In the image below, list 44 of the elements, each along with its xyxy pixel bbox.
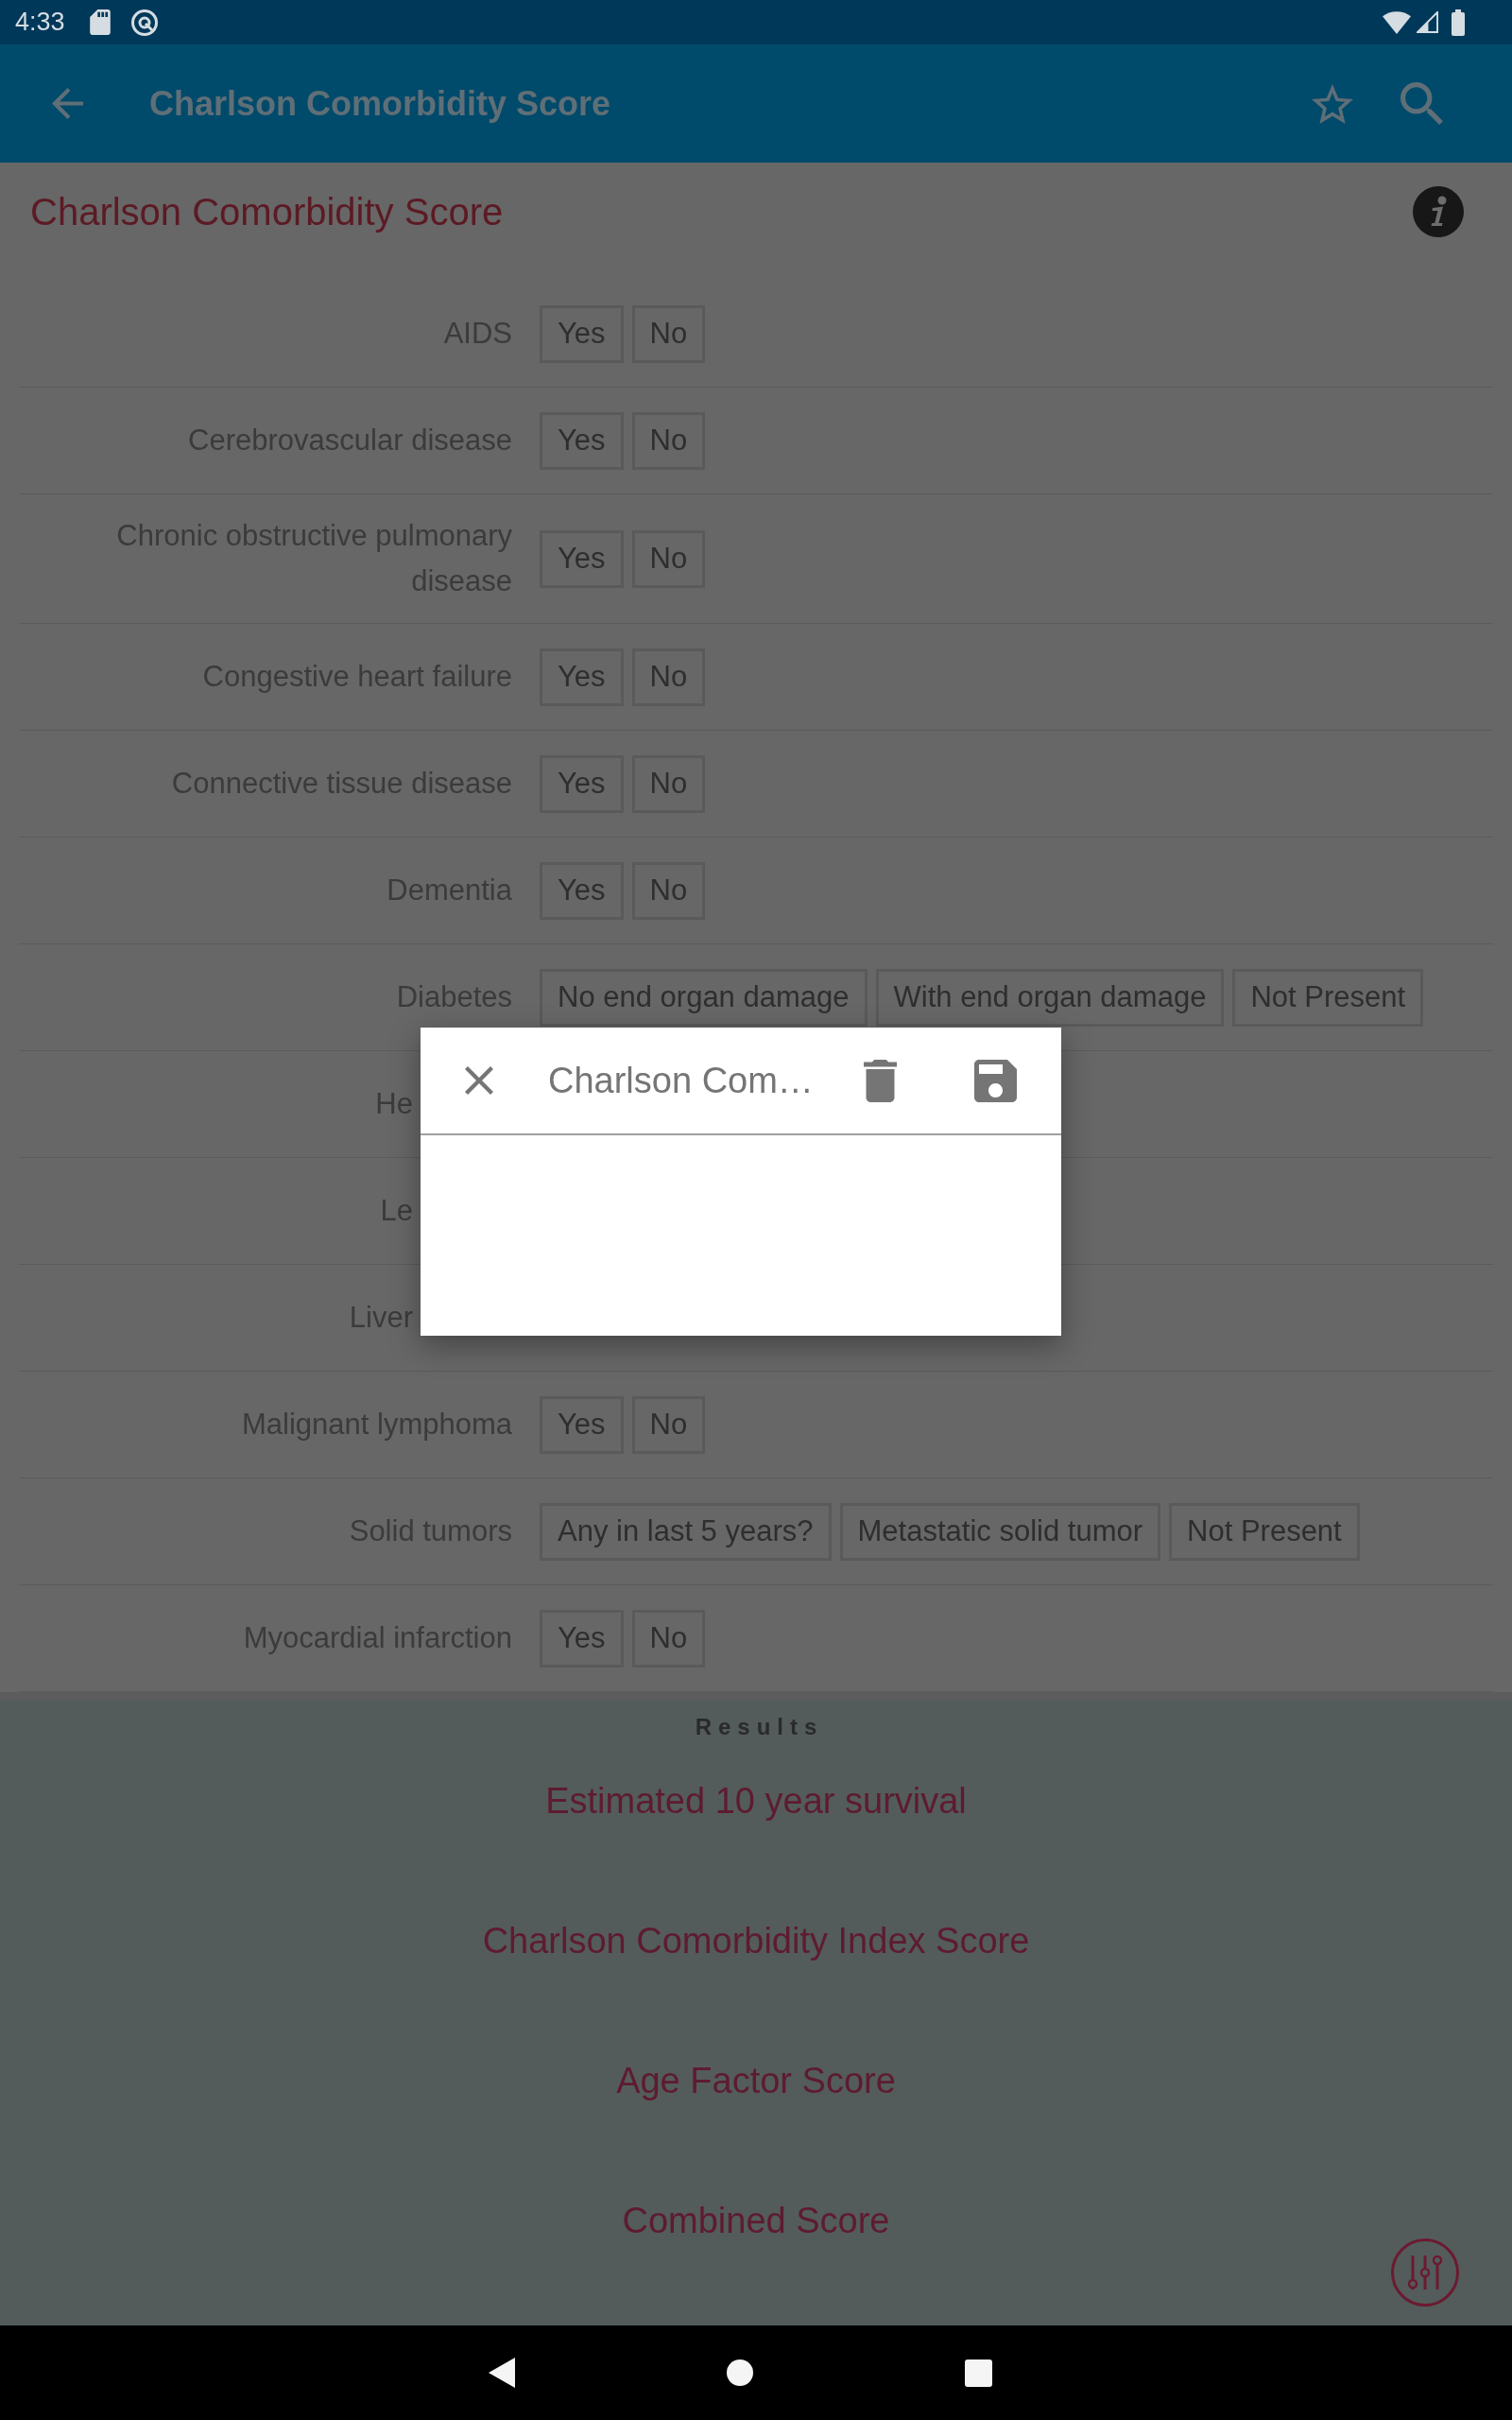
sd-card-icon — [89, 9, 111, 35]
close-icon[interactable] — [465, 1066, 493, 1095]
option-button[interactable]: Yes — [540, 648, 624, 706]
save-icon[interactable] — [974, 1059, 1017, 1102]
calculator-title: Charlson Comorbidity Score — [30, 190, 504, 234]
sliders-icon[interactable] — [1391, 2238, 1459, 2307]
result-label: Age Factor Score — [616, 2060, 896, 2102]
status-time: 4:33 — [15, 8, 65, 37]
battery-icon — [1452, 9, 1465, 36]
option-button[interactable]: Yes — [540, 529, 624, 588]
result-label: Estimated 10 year survival — [545, 1780, 967, 1823]
result-label: Combined Score — [622, 2200, 890, 2242]
app-bar-title: Charlson Comorbidity Score — [149, 83, 611, 124]
option-button[interactable]: With end organ damage — [875, 968, 1225, 1027]
option-button[interactable]: No — [631, 754, 706, 813]
option-button[interactable]: Not Present — [1232, 968, 1424, 1027]
option-button[interactable]: Yes — [540, 1395, 624, 1454]
star-icon[interactable] — [1312, 83, 1353, 124]
option-button[interactable]: Yes — [540, 861, 624, 920]
option-button[interactable]: No — [631, 861, 706, 920]
option-button[interactable]: Metastatic solid tumor — [839, 1502, 1161, 1561]
option-button[interactable]: Yes — [540, 754, 624, 813]
overview-icon[interactable] — [964, 2359, 992, 2387]
trash-icon[interactable] — [864, 1059, 897, 1102]
ring-icon — [130, 9, 158, 36]
option-button[interactable]: No — [631, 1395, 706, 1454]
option-button[interactable]: No — [631, 304, 706, 363]
option-button[interactable]: Yes — [540, 1609, 624, 1668]
result-label: Charlson Comorbidity Index Score — [482, 1920, 1030, 1962]
option-button[interactable]: Any in last 5 years? — [540, 1502, 832, 1561]
dialog-title: Charlson Com… — [548, 1060, 815, 1101]
option-button[interactable]: No end organ damage — [540, 968, 868, 1027]
option-button[interactable]: Not Present — [1169, 1502, 1360, 1561]
option-button[interactable]: No — [631, 1609, 706, 1668]
option-button[interactable]: Yes — [540, 411, 624, 470]
back-icon[interactable] — [488, 2358, 515, 2388]
info-icon[interactable] — [1413, 186, 1464, 237]
option-button[interactable]: No — [631, 529, 706, 588]
option-button[interactable]: Yes — [540, 304, 624, 363]
home-icon[interactable] — [726, 2360, 753, 2386]
option-button[interactable]: No — [631, 648, 706, 706]
signal-icon — [1417, 11, 1438, 33]
wifi-icon — [1383, 10, 1411, 34]
option-button[interactable]: No — [631, 411, 706, 470]
